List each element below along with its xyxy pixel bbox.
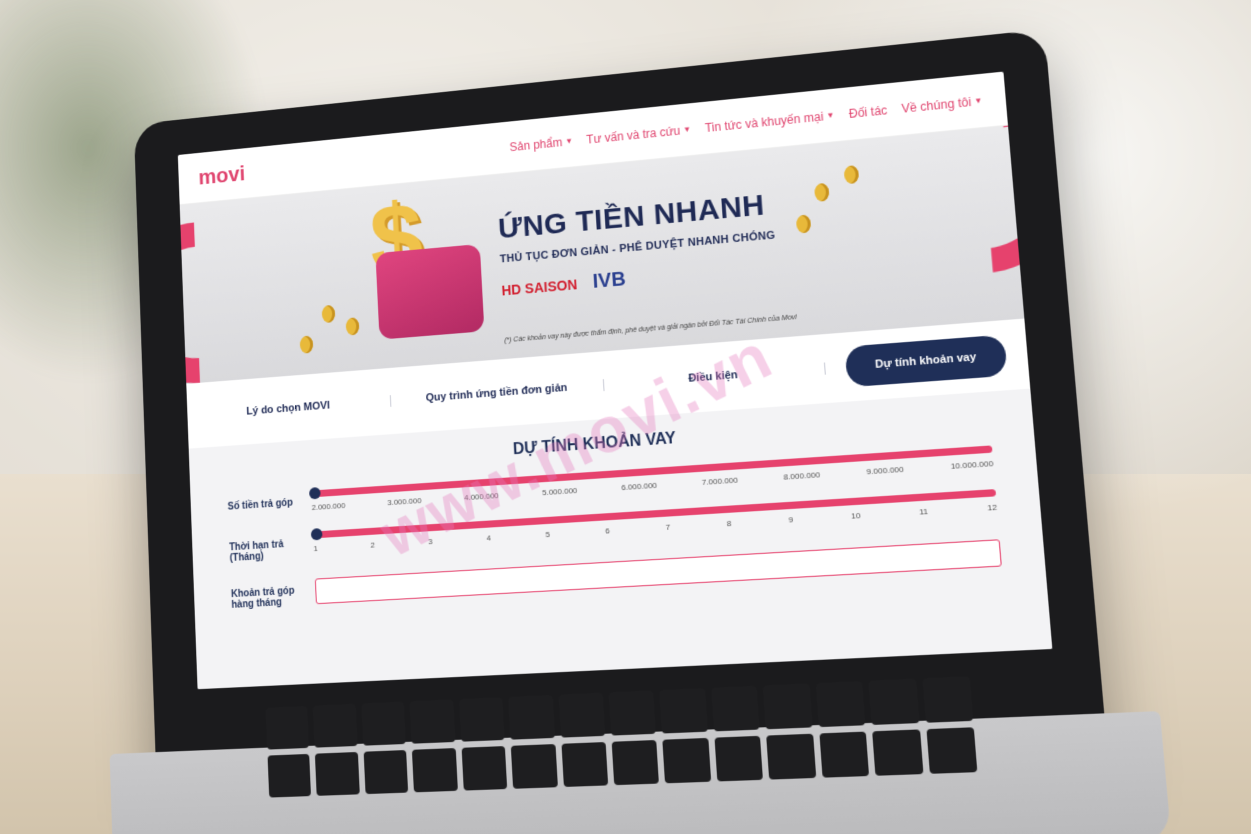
banner-text: ỨNG TIỀN NHANH THỦ TỤC ĐƠN GIẢN - PHÊ DU…: [497, 188, 778, 301]
term-label: Thời hạn trả (Tháng): [229, 539, 284, 564]
caret-down-icon: ▼: [973, 95, 983, 106]
coin-icon: [795, 214, 812, 234]
nav-ve-chung-toi[interactable]: Về chúng tôi ▼: [901, 93, 983, 115]
tab-quy-trinh[interactable]: Quy trình ứng tiền đơn giản: [391, 379, 605, 407]
partner-logos: HD SAISON IVB: [501, 255, 778, 301]
tab-dieu-kien[interactable]: Điều kiện: [603, 362, 826, 392]
ivb-logo: IVB: [592, 268, 627, 293]
hdsaison-logo: HD SAISON: [501, 275, 578, 298]
coin-icon: [345, 317, 360, 336]
amount-slider-thumb[interactable]: [308, 487, 321, 500]
movi-logo[interactable]: movi: [198, 161, 245, 190]
nav-doi-tac[interactable]: Đối tác: [848, 103, 887, 121]
wallet-icon: [375, 243, 485, 340]
tab-ly-do[interactable]: Lý do chọn MOVI: [187, 395, 392, 422]
decor-arc-left: [179, 189, 308, 384]
caret-down-icon: ▼: [564, 136, 574, 146]
coin-icon: [813, 182, 830, 202]
nav-tu-van[interactable]: Tư vấn và tra cứu ▼: [586, 122, 691, 146]
monthly-label: Khoản trả góp hàng tháng: [230, 585, 295, 611]
coin-icon: [299, 335, 314, 354]
loan-estimate-button[interactable]: Dự tính khoản vay: [844, 334, 1008, 388]
caret-down-icon: ▼: [826, 110, 835, 121]
term-slider-thumb[interactable]: [310, 528, 323, 541]
nav-san-pham[interactable]: Sản phẩm ▼: [509, 134, 573, 154]
laptop: movi Sản phẩm ▼ Tư vấn và tra cứu ▼ Tin tứ…: [109, 29, 1172, 834]
coin-icon: [843, 165, 860, 185]
caret-down-icon: ▼: [682, 124, 692, 135]
amount-label: Số tiền trả góp: [227, 497, 293, 513]
coin-icon: [321, 304, 336, 324]
decor-arc-right: [876, 125, 1025, 308]
nav-tin-tuc[interactable]: Tin tức và khuyến mại ▼: [704, 108, 835, 134]
browser-screen: movi Sản phẩm ▼ Tư vấn và tra cứu ▼ Tin tứ…: [177, 71, 1053, 690]
